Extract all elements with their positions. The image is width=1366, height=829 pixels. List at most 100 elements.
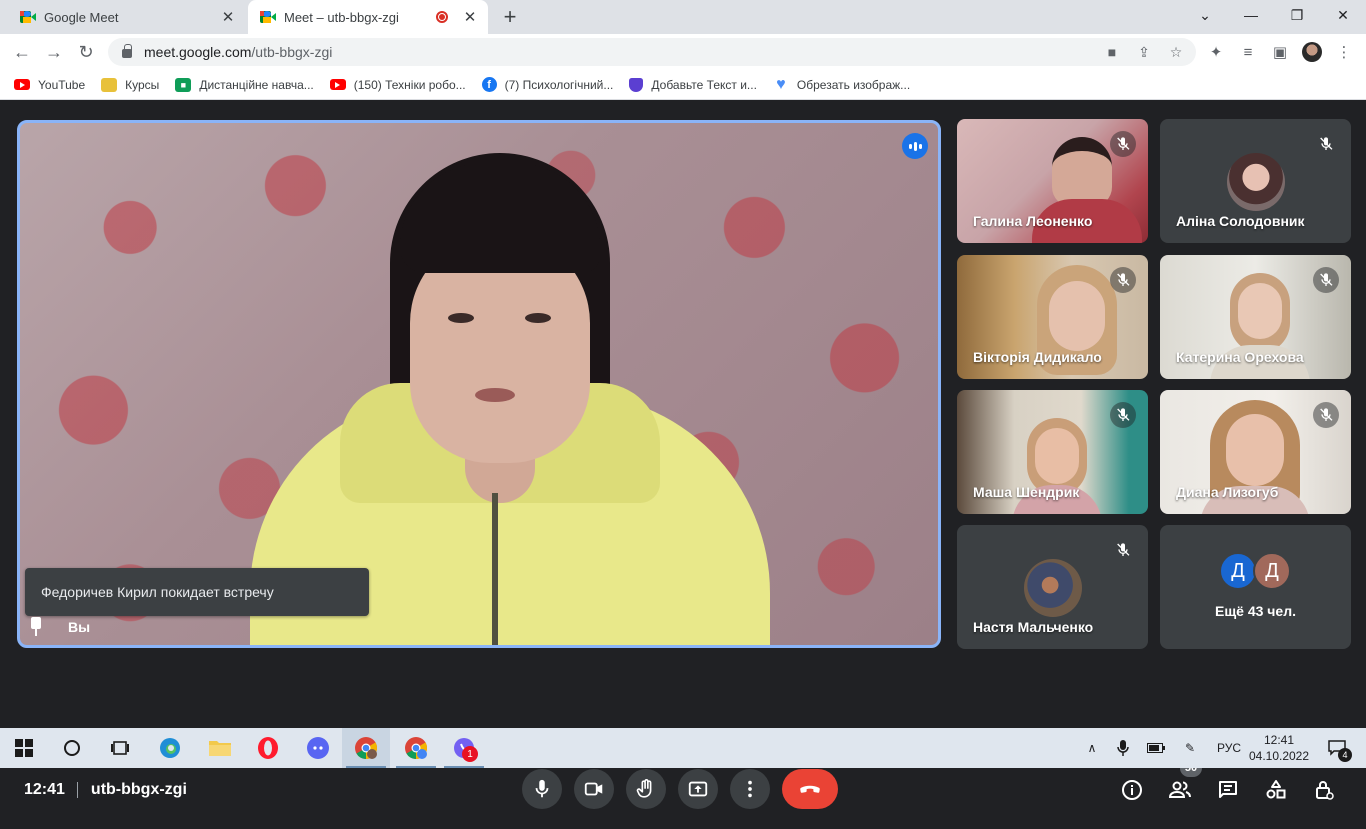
minimize-window-button[interactable]: — <box>1228 0 1274 30</box>
microphone-button[interactable] <box>522 769 562 809</box>
meeting-control-bar: 12:41 utb-bbgx-zgi 50 <box>0 759 1366 829</box>
more-options-button[interactable] <box>730 769 770 809</box>
info-icon <box>1122 780 1142 800</box>
mic-off-icon <box>1110 537 1136 563</box>
taskbar-edge[interactable] <box>146 728 194 768</box>
participant-name: Настя Мальченко <box>973 619 1094 635</box>
extensions-icon[interactable]: ✦ <box>1206 42 1226 62</box>
pen-workspace-icon[interactable]: ✎ <box>1178 728 1202 768</box>
host-controls-button[interactable] <box>1311 777 1337 803</box>
battery-icon[interactable] <box>1144 728 1168 768</box>
tab-title: Google Meet <box>44 9 119 25</box>
bookmark-youtube-techniques[interactable]: (150) Техніки робо... <box>329 78 466 92</box>
mic-off-icon <box>1110 267 1136 293</box>
meeting-details-button[interactable] <box>1119 777 1145 803</box>
back-button[interactable]: ← <box>10 40 34 64</box>
forward-button[interactable]: → <box>42 40 66 64</box>
mic-off-icon <box>1313 402 1339 428</box>
participant-name: Галина Леоненко <box>973 213 1093 229</box>
participant-tile[interactable]: Галина Леоненко <box>957 119 1148 243</box>
clock-date: 04.10.2022 <box>1248 749 1310 763</box>
meeting-info: 12:41 utb-bbgx-zgi <box>24 781 187 799</box>
reload-button[interactable]: ↻ <box>74 40 98 64</box>
address-bar[interactable]: meet.google.com/utb-bbgx-zgi ■ ⇪ ☆ <box>108 38 1196 66</box>
profile-avatar[interactable] <box>1302 42 1322 62</box>
activities-icon <box>1266 780 1286 799</box>
taskbar-file-explorer[interactable] <box>196 728 244 768</box>
system-clock[interactable]: 12:41 04.10.2022 <box>1246 732 1312 764</box>
side-panel-icon[interactable]: ▣ <box>1270 42 1290 62</box>
chat-button[interactable] <box>1215 777 1241 803</box>
tab-search-icon[interactable]: ⌄ <box>1182 0 1228 30</box>
bookmark-facebook[interactable]: f (7) Психологічний... <box>481 77 613 92</box>
participant-tile[interactable]: Катерина Орехова <box>1160 255 1351 379</box>
participant-avatar: Д <box>1253 552 1291 590</box>
search-button[interactable] <box>48 728 96 768</box>
call-end-icon <box>800 785 820 793</box>
activities-button[interactable] <box>1263 777 1289 803</box>
bookmark-courses[interactable]: Курсы <box>101 77 159 92</box>
taskbar-viber[interactable]: 1 <box>440 728 488 768</box>
more-vert-icon <box>748 780 752 798</box>
participant-name: Маша Шендрик <box>973 484 1080 500</box>
more-participants-tile[interactable]: Д Д Ещё 43 чел. <box>1160 525 1351 649</box>
participant-name: Катерина Орехова <box>1176 349 1304 365</box>
bookmark-youtube[interactable]: YouTube <box>14 78 85 92</box>
input-language-indicator[interactable]: РУС <box>1212 728 1246 768</box>
task-view-button[interactable] <box>96 728 144 768</box>
people-icon <box>1168 781 1191 798</box>
notification-toast: Федоричев Кирил покидает встречу <box>25 568 369 616</box>
lock-person-icon <box>1316 781 1334 800</box>
taskbar-chrome-profile-2[interactable] <box>392 728 440 768</box>
participant-tile[interactable]: Аліна Солодовник <box>1160 119 1351 243</box>
people-button[interactable] <box>1167 777 1193 803</box>
bookmarks-bar: YouTube Курсы ■ Дистанційне навча... (150… <box>0 70 1366 100</box>
mic-off-icon <box>1313 267 1339 293</box>
close-tab-icon[interactable]: ✕ <box>460 8 480 26</box>
close-tab-icon[interactable]: ✕ <box>218 8 238 26</box>
mic-off-icon <box>1110 131 1136 157</box>
main-video-tile[interactable]: Федоричев Кирил покидает встречу Вы <box>17 120 941 648</box>
present-screen-button[interactable] <box>678 769 718 809</box>
camera-permission-icon[interactable]: ■ <box>1102 42 1122 62</box>
notification-center-button[interactable]: 4 <box>1320 728 1354 768</box>
bookmark-add-text[interactable]: Добавьте Текст и... <box>629 77 757 92</box>
start-button[interactable] <box>0 728 48 768</box>
meeting-code: utb-bbgx-zgi <box>90 781 187 798</box>
chrome-menu-icon[interactable]: ⋮ <box>1334 42 1354 62</box>
share-icon[interactable]: ⇪ <box>1134 42 1154 62</box>
bookmark-crop-image[interactable]: ♥ Обрезать изображ... <box>773 76 910 93</box>
participant-avatar: Д <box>1219 552 1257 590</box>
speaking-indicator-icon <box>902 133 928 159</box>
restore-window-button[interactable]: ❐ <box>1274 0 1320 30</box>
taskbar-chrome-profile-1[interactable] <box>342 728 390 768</box>
participant-tile[interactable]: Диана Лизогуб <box>1160 390 1351 514</box>
close-window-button[interactable]: ✕ <box>1320 0 1366 30</box>
participant-tile[interactable]: Вікторія Дидикало <box>957 255 1148 379</box>
mic-off-icon <box>1110 402 1136 428</box>
participant-tile[interactable]: Маша Шендрик <box>957 390 1148 514</box>
tab-meet-call[interactable]: Meet – utb-bbgx-zgi ✕ <box>248 0 488 34</box>
meet-favicon-icon <box>20 10 36 24</box>
tab-google-meet[interactable]: Google Meet ✕ <box>0 0 246 34</box>
taskbar-discord[interactable] <box>294 728 342 768</box>
windows-taskbar: 1 ∧ ✎ РУС 12:41 04.10.2022 4 <box>0 728 1366 768</box>
pin-icon[interactable] <box>28 617 44 637</box>
lock-icon[interactable] <box>122 44 132 58</box>
microphone-tray-icon[interactable] <box>1112 728 1134 768</box>
camera-button[interactable] <box>574 769 614 809</box>
facebook-icon: f <box>481 77 497 92</box>
participant-tile[interactable]: Настя Мальченко <box>957 525 1148 649</box>
raise-hand-button[interactable] <box>626 769 666 809</box>
leave-call-button[interactable] <box>782 769 838 809</box>
shield-icon <box>629 77 644 92</box>
bookmark-distance-learning[interactable]: ■ Дистанційне навча... <box>175 77 314 92</box>
new-tab-button[interactable]: + <box>498 4 522 30</box>
chrome-icon <box>355 737 377 759</box>
taskbar-opera[interactable] <box>244 728 292 768</box>
url-text: meet.google.com/utb-bbgx-zgi <box>144 44 333 60</box>
show-hidden-icons-button[interactable]: ∧ <box>1080 728 1104 768</box>
bookmark-star-icon[interactable]: ☆ <box>1166 42 1186 62</box>
media-control-icon[interactable]: ≡ <box>1238 42 1258 62</box>
search-icon <box>64 740 80 756</box>
